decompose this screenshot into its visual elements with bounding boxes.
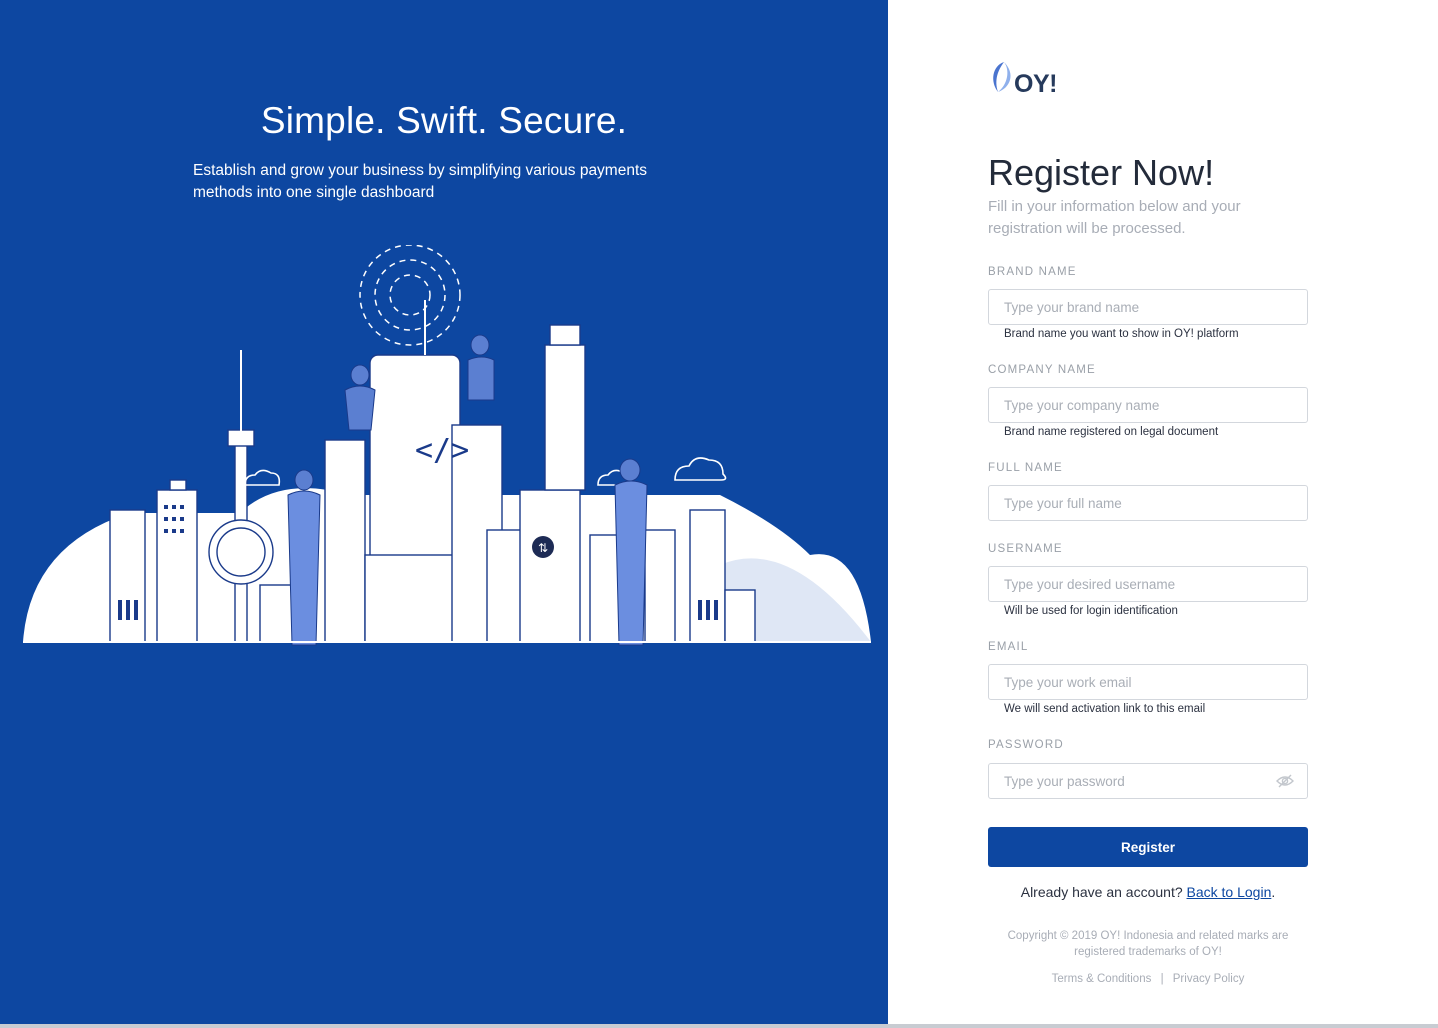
login-prompt-text: Already have an account? xyxy=(1020,884,1183,900)
brand-name-input[interactable] xyxy=(988,289,1308,325)
full-name-label: FULL NAME xyxy=(988,462,1063,474)
login-suffix: . xyxy=(1271,884,1276,900)
hero-panel: Simple. Swift. Secure. Establish and gro… xyxy=(0,0,888,1024)
full-name-input[interactable] xyxy=(988,485,1308,521)
footer-separator: | xyxy=(1160,973,1164,985)
form-title: Register Now! xyxy=(988,152,1215,193)
footer-links: Terms & Conditions | Privacy Policy xyxy=(988,973,1308,985)
brand-name-label: BRAND NAME xyxy=(988,266,1077,278)
form-subtitle: Fill in your information below and your … xyxy=(988,198,1241,237)
email-help: We will send activation link to this ema… xyxy=(1004,703,1206,715)
username-input[interactable] xyxy=(988,566,1308,602)
hero-subtitle: Establish and grow your business by simp… xyxy=(193,162,648,201)
privacy-link[interactable]: Privacy Policy xyxy=(1173,973,1245,985)
hero-title: Simple. Swift. Secure. xyxy=(260,100,628,141)
password-input[interactable] xyxy=(988,763,1308,799)
svg-text:</>: </> xyxy=(415,433,469,468)
register-panel: OY! Register Now! Fill in your informati… xyxy=(888,0,1438,1024)
company-name-label: COMPANY NAME xyxy=(988,364,1096,376)
svg-text:⇅: ⇅ xyxy=(538,541,548,555)
copyright-text: Copyright © 2019 OY! Indonesia and relat… xyxy=(1007,930,1289,958)
login-prompt: Already have an account? Back to Login. xyxy=(988,884,1308,900)
logo-text: OY! xyxy=(1014,70,1057,98)
email-input[interactable] xyxy=(988,664,1308,700)
back-to-login-link[interactable]: Back to Login xyxy=(1187,884,1272,900)
company-name-input[interactable] xyxy=(988,387,1308,423)
terms-link[interactable]: Terms & Conditions xyxy=(1052,973,1152,985)
password-label: PASSWORD xyxy=(988,739,1064,751)
oy-logo: OY! xyxy=(988,58,1068,100)
company-name-help: Brand name registered on legal document xyxy=(1004,426,1219,438)
eye-off-icon[interactable] xyxy=(1276,773,1294,789)
register-button[interactable]: Register xyxy=(988,827,1308,867)
bottom-border xyxy=(0,1024,1438,1028)
city-illustration: </> ⇅ xyxy=(23,245,871,646)
brand-name-help: Brand name you want to show in OY! platf… xyxy=(1004,328,1239,340)
username-label: USERNAME xyxy=(988,543,1063,555)
username-help: Will be used for login identification xyxy=(1004,605,1178,617)
email-label: EMAIL xyxy=(988,641,1029,653)
